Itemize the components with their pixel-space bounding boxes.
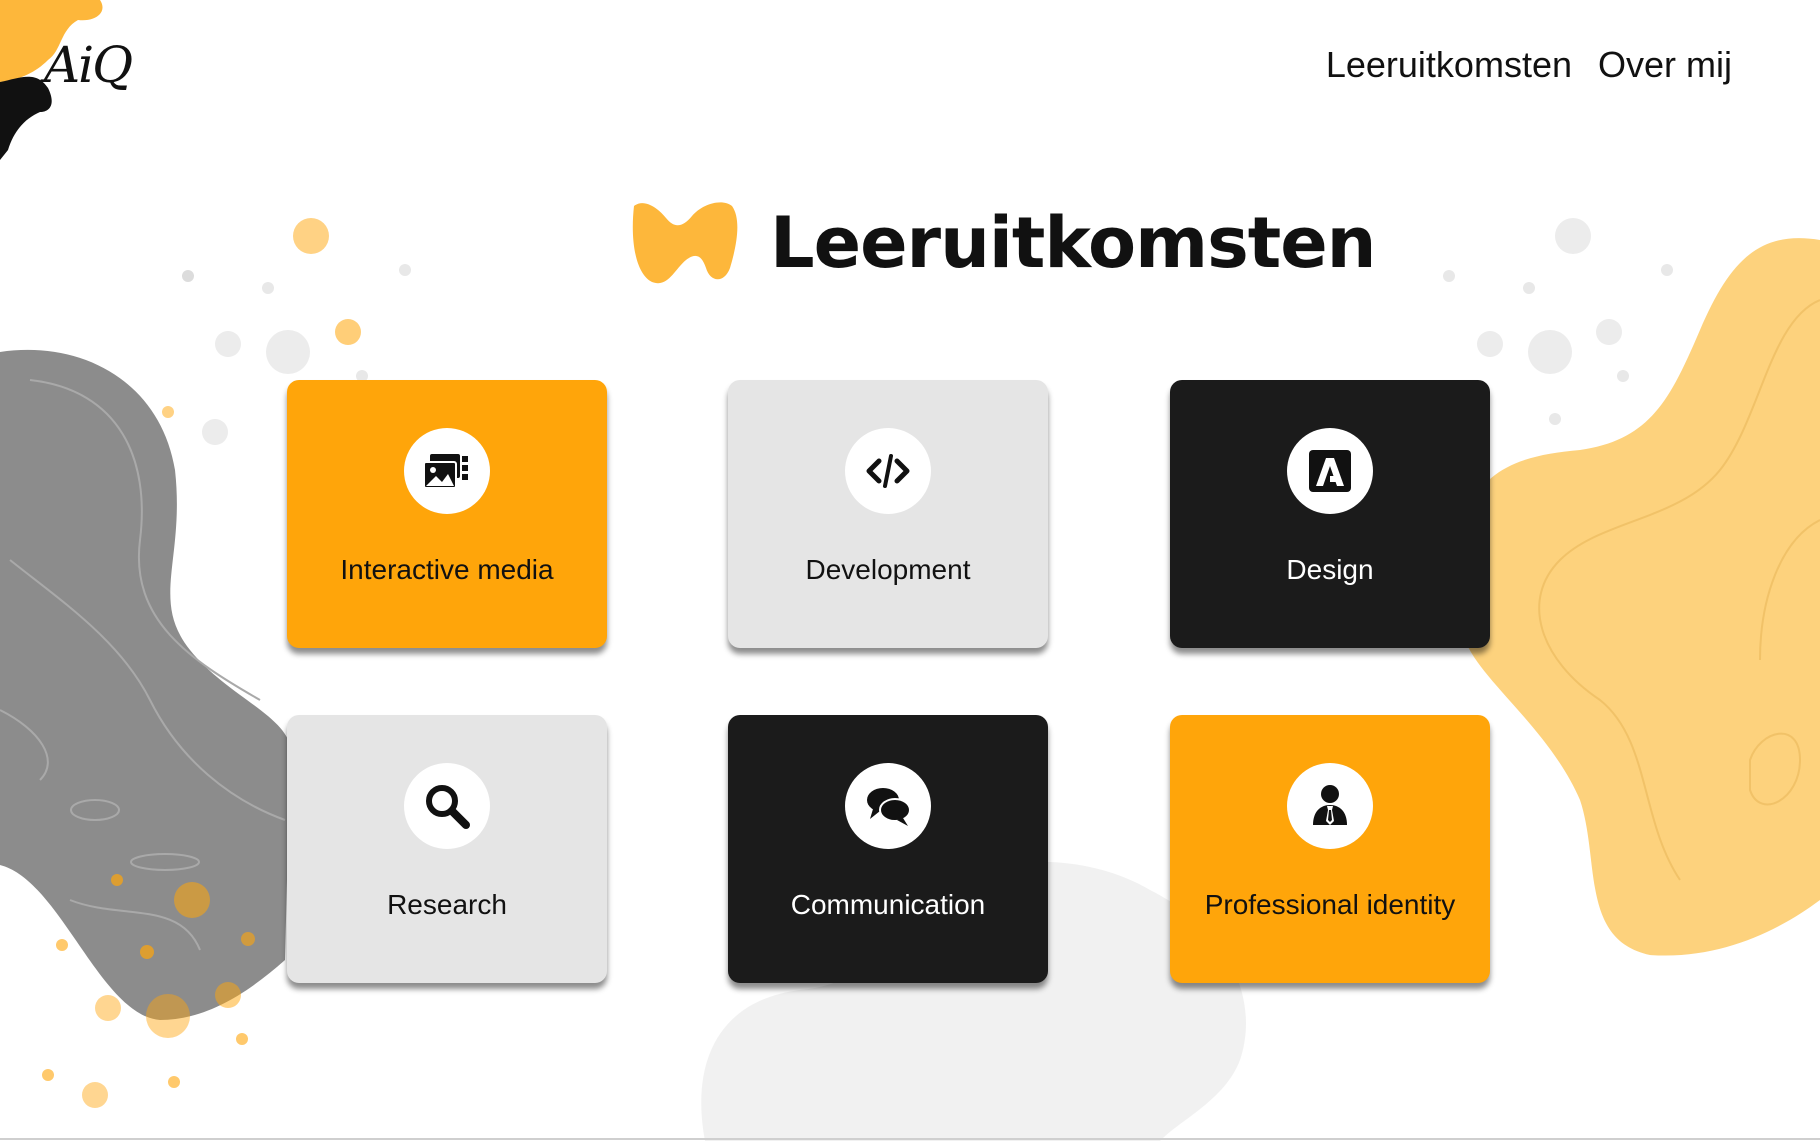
card-label: Development xyxy=(805,554,971,585)
card-development[interactable]: Development xyxy=(728,380,1048,648)
card-design[interactable]: Design xyxy=(1170,380,1490,648)
gray-blob-left xyxy=(0,349,291,1020)
card-icon-circle xyxy=(1287,763,1373,849)
card-icon-circle xyxy=(404,763,490,849)
card-interactive-media[interactable]: Interactive media xyxy=(287,380,607,648)
card-icon-circle xyxy=(845,763,931,849)
media-gallery-icon xyxy=(423,454,468,489)
nav-link-over-mij[interactable]: Over mij xyxy=(1598,44,1732,86)
card-professional-identity[interactable]: Professional identity xyxy=(1170,715,1490,983)
card-label: Interactive media xyxy=(340,554,554,585)
card-label: Communication xyxy=(790,889,986,920)
search-icon xyxy=(426,785,470,829)
page-title: Leeruitkomsten xyxy=(770,202,1377,284)
page-heading: Leeruitkomsten xyxy=(630,198,1377,288)
logo-text[interactable]: AiQ xyxy=(44,36,133,94)
adobe-icon xyxy=(1309,450,1351,492)
card-icon-circle xyxy=(404,428,490,514)
code-icon xyxy=(866,454,910,488)
nav-link-leeruitkomsten[interactable]: Leeruitkomsten xyxy=(1326,44,1572,86)
card-research[interactable]: Research xyxy=(287,715,607,983)
top-navigation: Leeruitkomsten Over mij xyxy=(1326,44,1732,86)
chat-bubbles-icon xyxy=(867,788,911,826)
card-icon-circle xyxy=(1287,428,1373,514)
card-label: Professional identity xyxy=(1204,889,1456,920)
card-label: Design xyxy=(1286,554,1374,585)
card-label: Research xyxy=(387,889,507,920)
card-communication[interactable]: Communication xyxy=(728,715,1048,983)
orange-brush-mark-icon xyxy=(632,202,738,284)
card-icon-circle xyxy=(845,428,931,514)
person-tie-icon xyxy=(1313,785,1347,825)
